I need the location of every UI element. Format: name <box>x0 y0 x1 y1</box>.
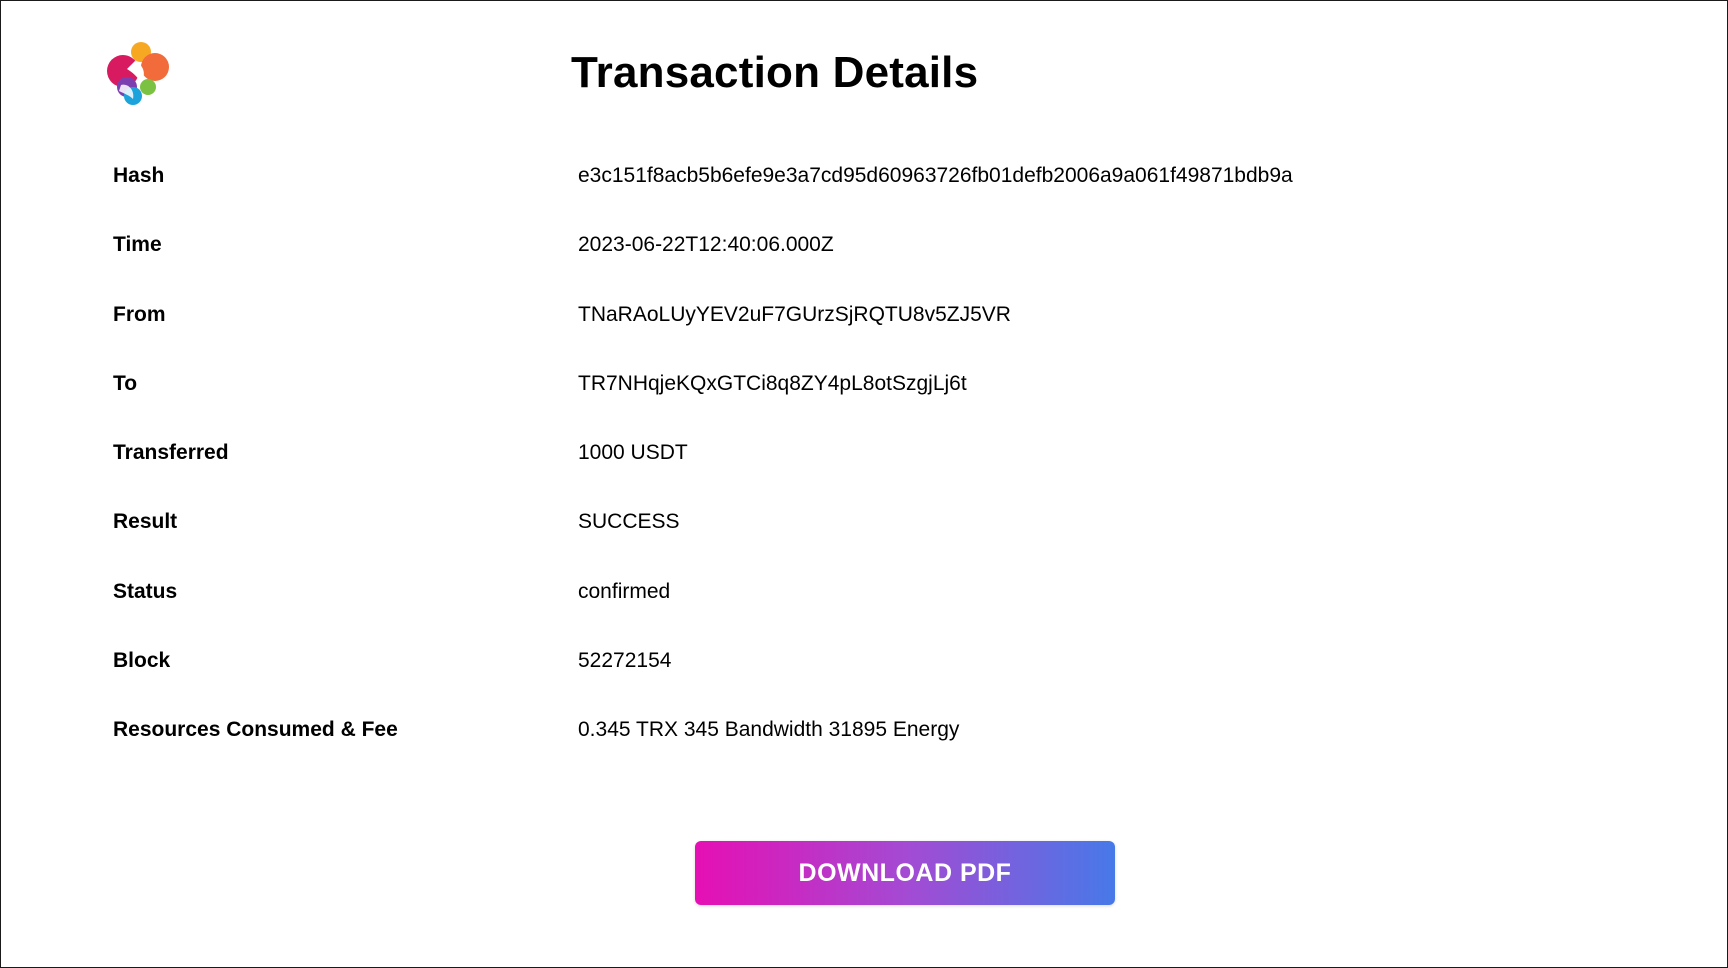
detail-label: From <box>113 302 166 326</box>
detail-value: e3c151f8acb5b6efe9e3a7cd95d60963726fb01d… <box>578 164 1293 187</box>
detail-value: 52272154 <box>578 649 672 673</box>
detail-label: Result <box>113 510 178 534</box>
download-pdf-button[interactable]: DOWNLOAD PDF <box>695 841 1115 905</box>
detail-label: Block <box>113 649 171 673</box>
detail-value: confirmed <box>578 579 671 603</box>
detail-label: Status <box>113 579 178 603</box>
detail-value: 1000 USDT <box>578 441 688 465</box>
detail-label: Hash <box>113 164 165 187</box>
detail-value: SUCCESS <box>578 510 680 534</box>
detail-row-transferred: Transferred 1000 USDT <box>113 440 1613 509</box>
detail-label: Transferred <box>113 441 229 465</box>
page-title: Transaction Details <box>571 48 979 97</box>
detail-value: 2023-06-22T12:40:06.000Z <box>578 233 834 257</box>
detail-row-block: Block 52272154 <box>113 648 1613 717</box>
detail-label: To <box>113 371 138 395</box>
page-frame: Transaction Details Hash e3c151f8acb5b6e… <box>0 0 1728 968</box>
detail-label: Time <box>113 233 162 257</box>
detail-row-resources-fee: Resources Consumed & Fee 0.345 TRX 345 B… <box>113 717 1613 786</box>
detail-row-time: Time 2023-06-22T12:40:06.000Z <box>113 232 1613 301</box>
detail-row-status: Status confirmed <box>113 579 1613 648</box>
detail-value: TR7NHqjeKQxGTCi8q8ZY4pL8otSzgjLj6t <box>578 371 967 395</box>
detail-row-to: To TR7NHqjeKQxGTCi8q8ZY4pL8otSzgjLj6t <box>113 371 1613 440</box>
detail-value: 0.345 TRX 345 Bandwidth 31895 Energy <box>578 718 960 742</box>
brand-logo-icon <box>105 39 173 107</box>
detail-label: Resources Consumed & Fee <box>113 718 398 742</box>
detail-row-result: Result SUCCESS <box>113 509 1613 578</box>
detail-row-hash: Hash e3c151f8acb5b6efe9e3a7cd95d60963726… <box>113 163 1613 232</box>
transaction-details-list: Hash e3c151f8acb5b6efe9e3a7cd95d60963726… <box>113 163 1613 787</box>
detail-row-from: From TNaRAoLUyYEV2uF7GUrzSjRQTU8v5ZJ5VR <box>113 302 1613 371</box>
detail-value: TNaRAoLUyYEV2uF7GUrzSjRQTU8v5ZJ5VR <box>578 302 1011 326</box>
